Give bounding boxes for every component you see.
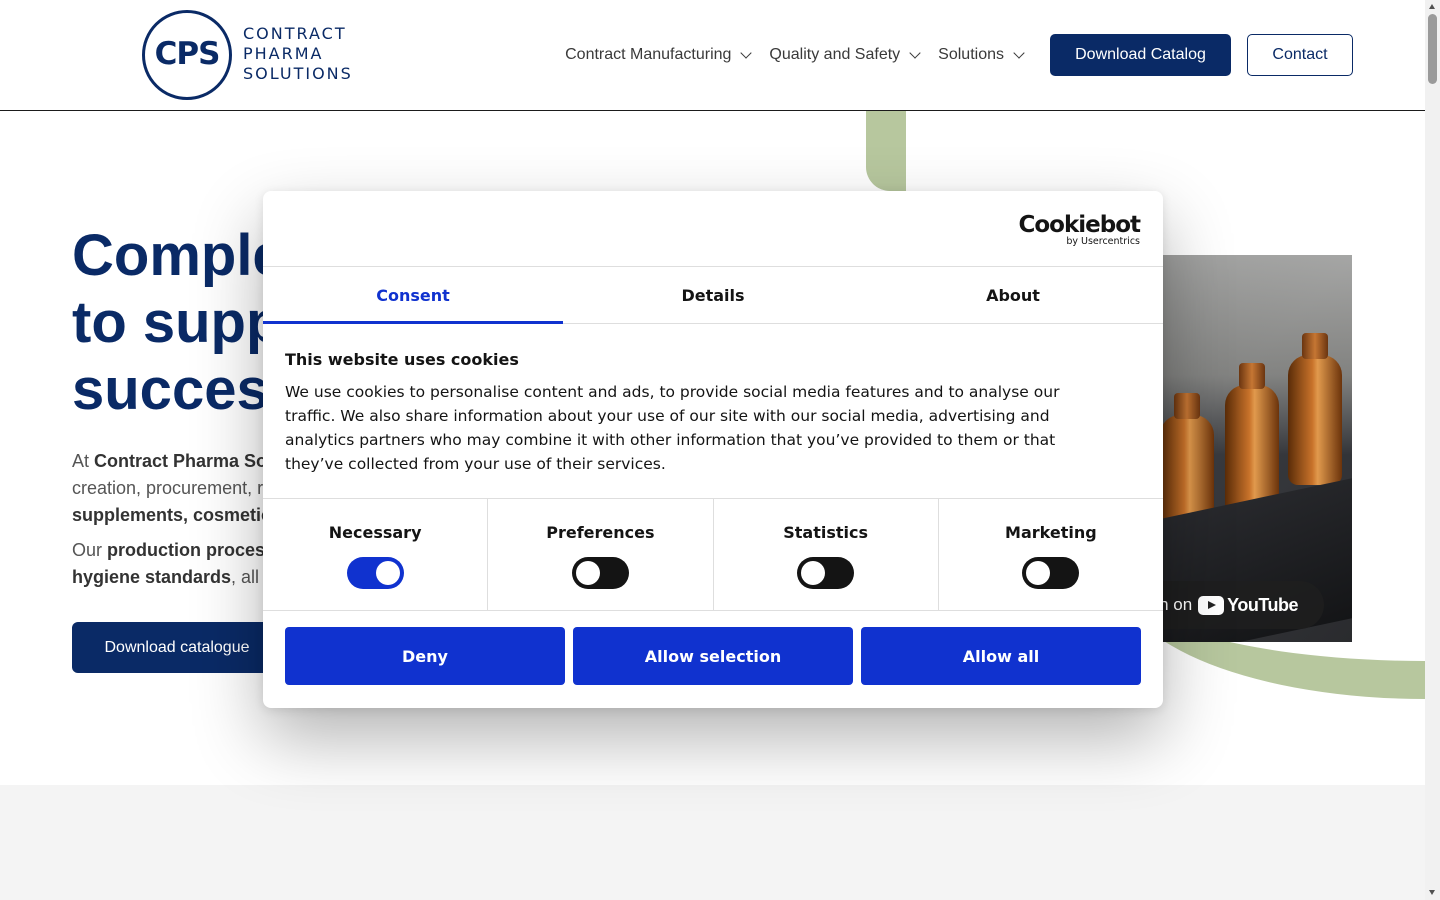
marketing-toggle[interactable] (1022, 557, 1080, 589)
deny-button[interactable]: Deny (285, 627, 565, 685)
category-marketing: Marketing (939, 499, 1163, 610)
hero-text: At (72, 451, 95, 471)
scroll-up-arrow-icon[interactable] (1429, 4, 1435, 9)
nav-solutions[interactable]: Solutions (938, 46, 1025, 64)
cookie-body-line: analytics partners who may combine it wi… (285, 431, 1056, 449)
next-section-band (0, 785, 1425, 900)
cookie-actions: Deny Allow selection Allow all (285, 627, 1141, 685)
category-label: Marketing (1005, 523, 1097, 542)
category-statistics: Statistics (714, 499, 939, 610)
preferences-toggle[interactable] (571, 557, 629, 589)
site-header: CPS CONTRACT PHARMA SOLUTIONS Contract M… (0, 0, 1425, 111)
category-label: Necessary (328, 523, 422, 542)
cookiebot-wordmark: Cookiebot (1018, 212, 1141, 238)
chevron-down-icon (1013, 47, 1025, 59)
youtube-logo: YouTube (1198, 595, 1298, 616)
category-label: Preferences (546, 523, 655, 542)
cookie-category-toggles: Necessary Preferences Statistics Marketi… (263, 498, 1163, 611)
download-catalog-button[interactable]: Download Catalog (1050, 34, 1231, 76)
nav-contract-manufacturing[interactable]: Contract Manufacturing (565, 46, 753, 64)
cookie-body-line: they’ve collected from your use of their… (285, 455, 666, 473)
category-preferences: Preferences (488, 499, 714, 610)
hero-text: Our (72, 540, 108, 560)
category-necessary: Necessary (263, 499, 489, 610)
cookie-description: This website uses cookies We use cookies… (285, 350, 1115, 476)
cookie-body-line: traffic. We also share information about… (285, 407, 1050, 425)
page-scrollbar[interactable] (1425, 0, 1440, 900)
logo-wordmark: CONTRACT PHARMA SOLUTIONS (243, 24, 353, 84)
logo-word: PHARMA (243, 44, 324, 63)
youtube-wordmark: YouTube (1227, 594, 1298, 615)
main-nav: Contract Manufacturing Quality and Safet… (565, 34, 1353, 76)
necessary-toggle[interactable] (346, 557, 404, 589)
cookie-body-line: We use cookies to personalise content an… (285, 383, 1060, 401)
statistics-toggle[interactable] (797, 557, 855, 589)
nav-quality-and-safety[interactable]: Quality and Safety (769, 46, 921, 64)
cookiebot-logo: Cookiebot by Usercentrics (1018, 212, 1141, 248)
youtube-play-icon (1198, 595, 1225, 615)
allow-selection-button[interactable]: Allow selection (573, 627, 853, 685)
nav-label: Contract Manufacturing (565, 46, 732, 63)
scroll-down-arrow-icon[interactable] (1429, 890, 1435, 895)
chevron-down-icon (740, 47, 753, 59)
tab-about[interactable]: About (863, 267, 1163, 323)
scrollbar-thumb[interactable] (1428, 14, 1437, 84)
hero-bold-text: Contract Pharma Sol (94, 451, 273, 471)
allow-all-button[interactable]: Allow all (861, 627, 1141, 685)
logo-word: CONTRACT (243, 24, 347, 43)
tab-details[interactable]: Details (563, 267, 863, 323)
cookie-body-text: We use cookies to personalise content an… (285, 380, 1115, 476)
tab-consent[interactable]: Consent (263, 267, 563, 324)
download-catalogue-button[interactable]: Download catalogue (72, 622, 282, 673)
category-label: Statistics (783, 523, 868, 542)
cookie-heading: This website uses cookies (285, 350, 519, 369)
logo-word: SOLUTIONS (243, 64, 353, 83)
amber-bottle-image (1288, 333, 1342, 485)
cps-logo[interactable]: CPS CONTRACT PHARMA SOLUTIONS (142, 10, 357, 100)
contact-button[interactable]: Contact (1247, 34, 1353, 76)
cookie-consent-dialog: Cookiebot by Usercentrics Consent Detail… (263, 191, 1163, 708)
nav-label: Solutions (938, 46, 1004, 63)
nav-label: Quality and Safety (769, 46, 901, 63)
decorative-arc-top (866, 111, 906, 191)
chevron-down-icon (909, 47, 921, 59)
hero-bold-text: hygiene standards (72, 567, 232, 587)
cookie-tabs: Consent Details About (263, 266, 1163, 324)
hero-bold-text: production process (107, 540, 276, 560)
hero-bold-text: supplements, cosmetics (72, 505, 282, 525)
logo-initials: CPS (154, 36, 221, 72)
